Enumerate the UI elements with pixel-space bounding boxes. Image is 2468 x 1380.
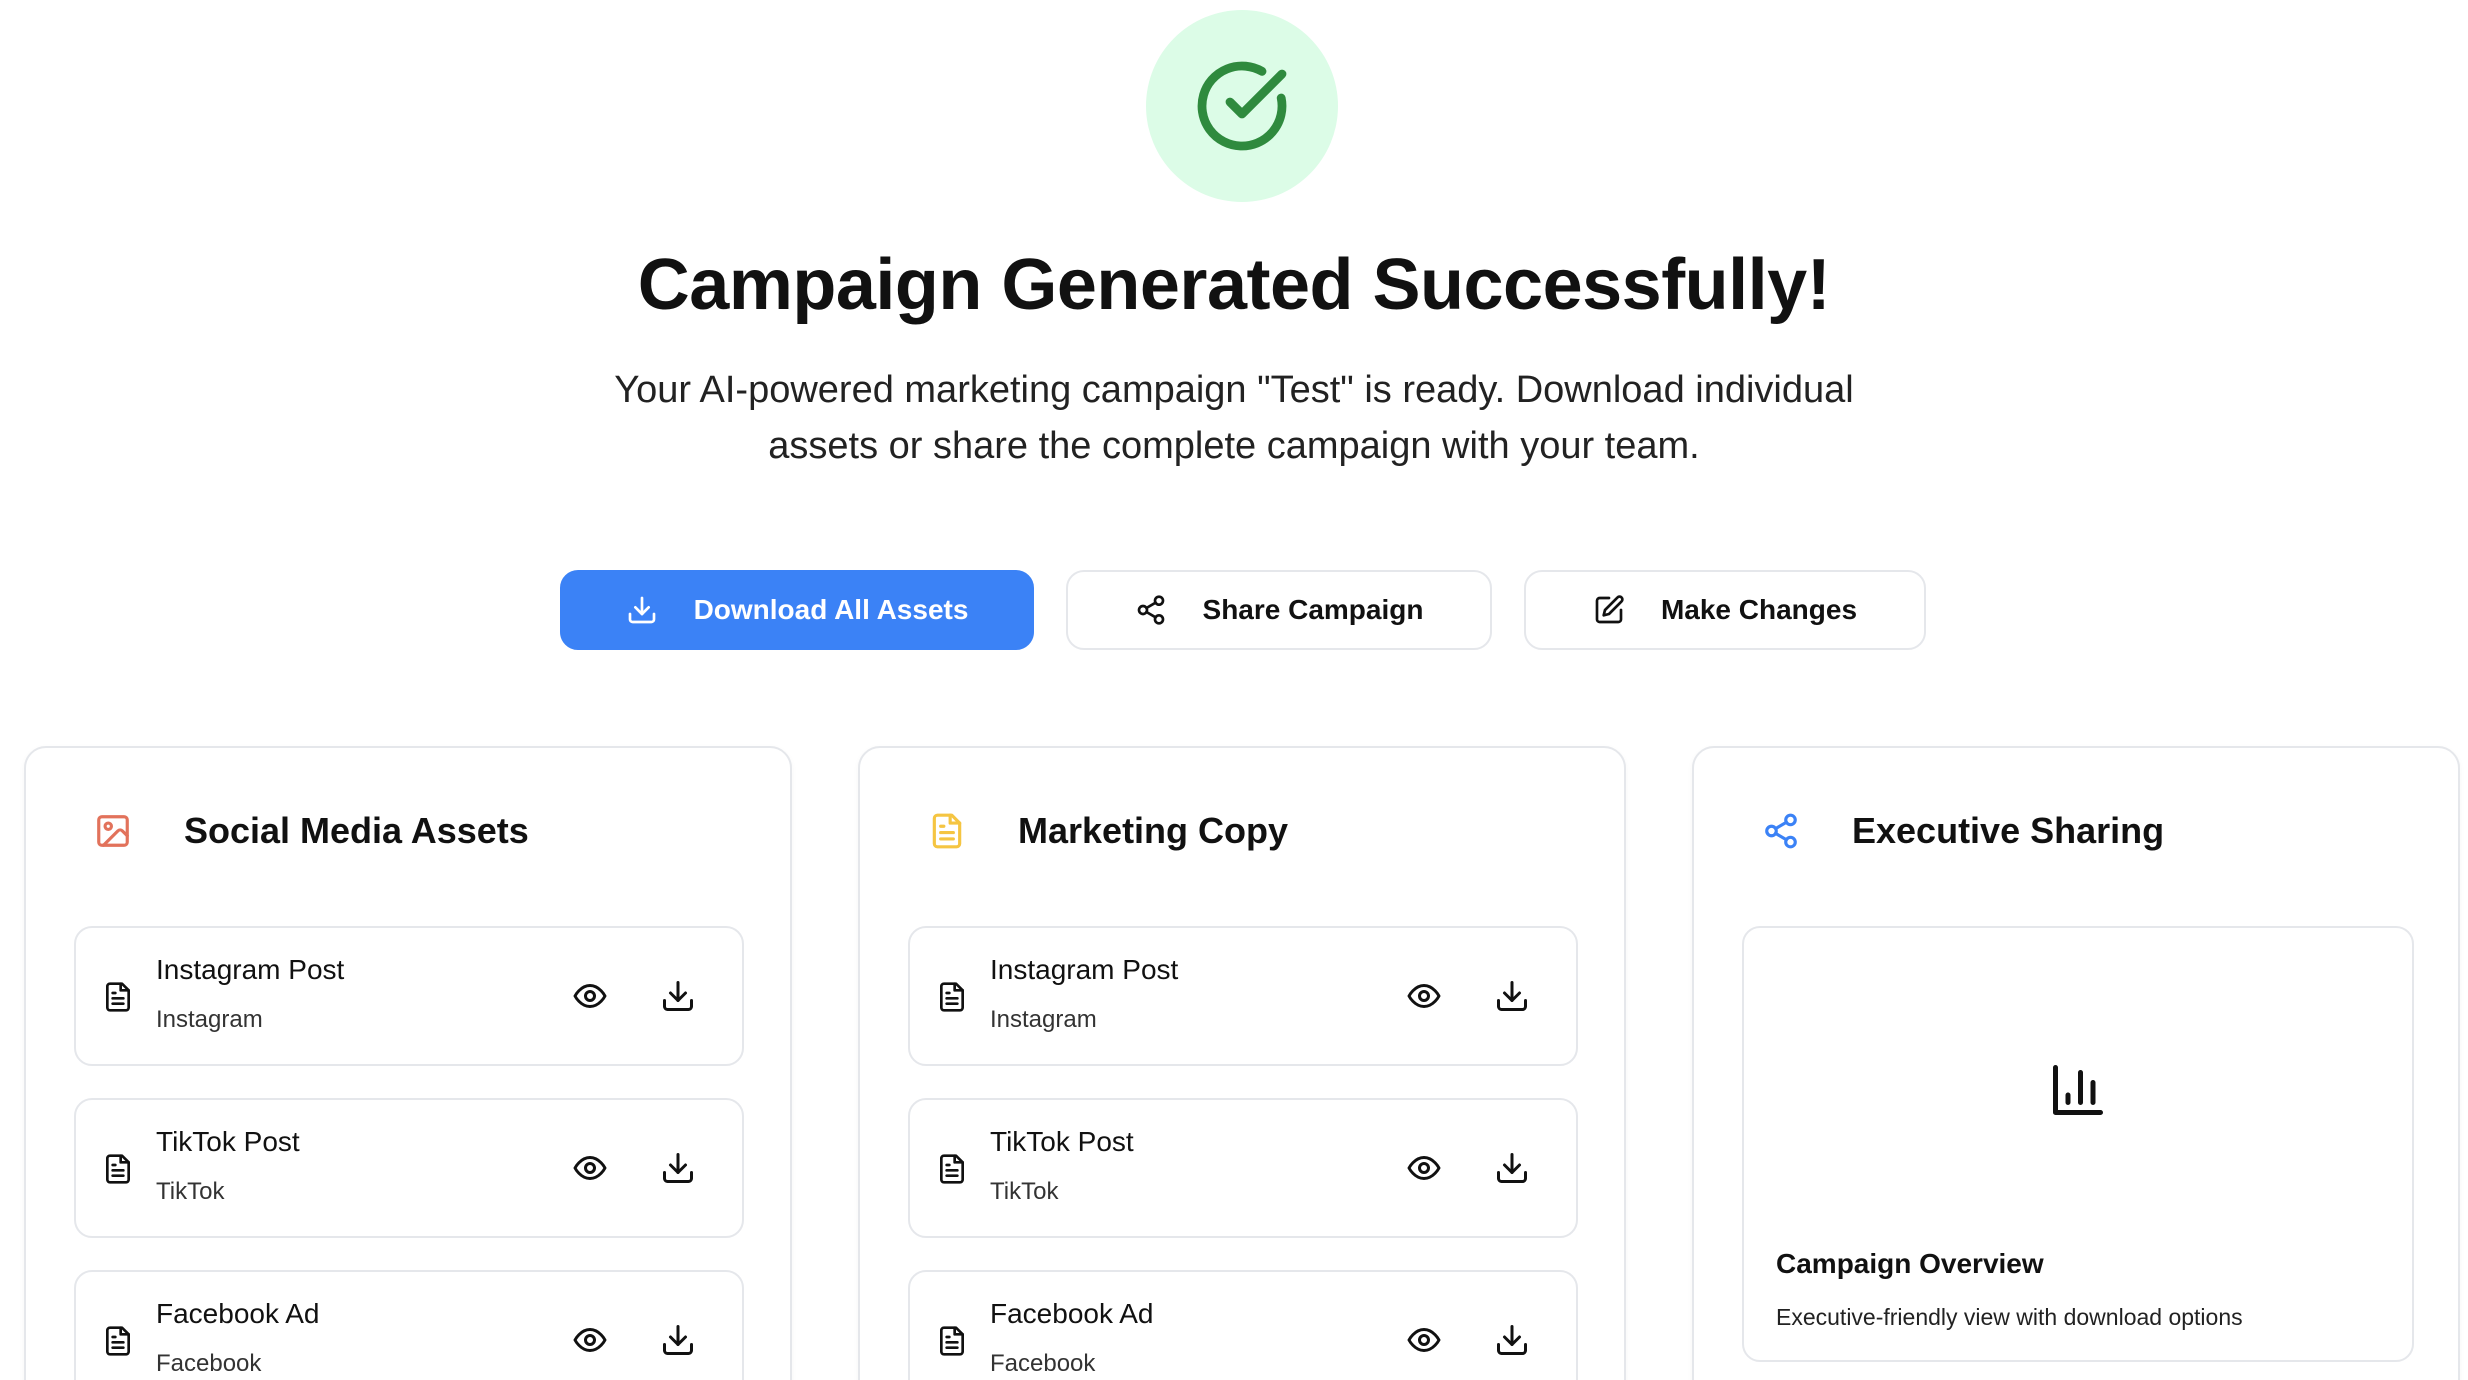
asset-platform: Facebook [156,1350,262,1377]
download-icon[interactable] [1494,1322,1530,1358]
image-icon [94,812,132,850]
success-badge [1146,10,1338,202]
preview-eye-icon[interactable] [572,978,608,1014]
make-changes-label: Make Changes [1660,594,1858,625]
asset-platform: Instagram [156,1006,263,1033]
asset-row: Facebook Ad Facebook [74,1270,744,1380]
page-title: Campaign Generated Successfully! [637,245,1831,325]
bar-chart-icon [2048,1060,2108,1120]
asset-platform: TikTok [990,1178,1059,1205]
share-campaign-label: Share Campaign [1202,594,1424,625]
check-circle-icon [1197,61,1287,151]
document-icon [102,1152,134,1186]
page-subtitle: Your AI-powered marketing campaign "Test… [614,369,1854,467]
document-icon [936,1152,968,1186]
share-icon [1135,594,1167,626]
download-all-label: Download All Assets [693,594,969,625]
asset-name: Facebook Ad [156,1298,320,1329]
social-media-assets-card: Social Media Assets Instagram Post Insta… [24,746,792,1380]
card-title: Social Media Assets [184,810,529,851]
marketing-copy-card: Marketing Copy Instagram Post Instagram … [858,746,1626,1380]
download-icon[interactable] [660,978,696,1014]
asset-name: TikTok Post [990,1126,1134,1157]
preview-eye-icon[interactable] [572,1322,608,1358]
share-campaign-button[interactable]: Share Campaign [1066,570,1492,650]
document-icon [102,1324,134,1358]
document-icon [102,980,134,1014]
document-icon [936,1324,968,1358]
campaign-overview-tile[interactable]: Campaign Overview Executive-friendly vie… [1742,926,2414,1362]
asset-row: Facebook Ad Facebook [908,1270,1578,1380]
download-icon[interactable] [660,1150,696,1186]
preview-eye-icon[interactable] [1406,1322,1442,1358]
asset-platform: Facebook [990,1350,1096,1377]
card-header: Social Media Assets [94,810,529,852]
asset-platform: TikTok [156,1178,225,1205]
asset-row: TikTok Post TikTok [908,1098,1578,1238]
asset-platform: Instagram [990,1006,1097,1033]
asset-name: TikTok Post [156,1126,300,1157]
download-icon[interactable] [1494,1150,1530,1186]
document-icon [936,980,968,1014]
asset-name: Instagram Post [156,954,345,985]
preview-eye-icon[interactable] [1406,978,1442,1014]
card-header: Marketing Copy [928,810,1288,852]
card-header: Executive Sharing [1762,810,2164,852]
download-icon[interactable] [660,1322,696,1358]
edit-icon [1593,594,1625,626]
card-title: Marketing Copy [1018,810,1289,851]
document-icon [928,812,966,850]
asset-name: Facebook Ad [990,1298,1154,1329]
asset-name: Instagram Post [990,954,1179,985]
card-title: Executive Sharing [1852,810,2165,851]
asset-row: Instagram Post Instagram [74,926,744,1066]
asset-row: Instagram Post Instagram [908,926,1578,1066]
overview-title: Campaign Overview [1776,1248,2044,1279]
make-changes-button[interactable]: Make Changes [1524,570,1926,650]
preview-eye-icon[interactable] [572,1150,608,1186]
executive-sharing-card: Executive Sharing Campaign Overview Exec… [1692,746,2460,1380]
share-icon [1762,812,1800,850]
asset-row: TikTok Post TikTok [74,1098,744,1238]
download-icon [626,594,658,626]
download-icon[interactable] [1494,978,1530,1014]
preview-eye-icon[interactable] [1406,1150,1442,1186]
overview-description: Executive-friendly view with download op… [1776,1304,2243,1330]
download-all-button[interactable]: Download All Assets [560,570,1034,650]
page: Campaign Generated Successfully! Your AI… [0,0,2468,1380]
